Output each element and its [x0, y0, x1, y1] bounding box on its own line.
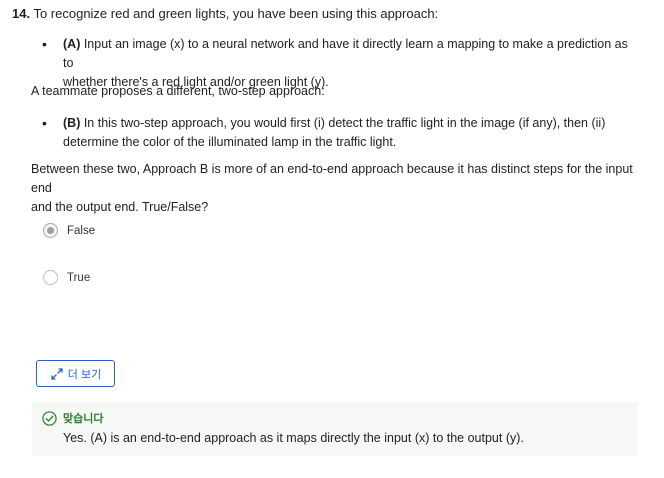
option-false-label: False — [67, 224, 96, 237]
question-number: 14. — [12, 6, 31, 21]
option-true[interactable]: True — [43, 270, 90, 285]
statement: Between these two, Approach B is more of… — [31, 160, 641, 217]
approach-b-label: (B) — [63, 116, 81, 130]
feedback-status-label: 맞습니다 — [63, 413, 104, 425]
option-false[interactable]: False — [43, 223, 95, 238]
question-text: To recognize red and green lights, you h… — [30, 6, 439, 21]
radio-selected-icon[interactable] — [43, 223, 58, 238]
feedback-status: 맞습니다 — [42, 410, 103, 426]
more-button[interactable]: 더 보기 — [36, 360, 115, 387]
approach-b-line2: determine the color of the illuminated l… — [63, 135, 397, 149]
bullet-icon: • — [42, 36, 47, 52]
approach-a-label: (A) — [63, 37, 81, 51]
expand-icon — [51, 367, 63, 380]
approach-b-line1: In this two-step approach, you would fir… — [80, 116, 606, 130]
option-true-label: True — [67, 271, 91, 284]
question-title: 14. To recognize red and green lights, y… — [12, 5, 438, 23]
feedback-panel: 맞습니다 Yes. (A) is an end-to-end approach … — [32, 402, 637, 456]
feedback-text: Yes. (A) is an end-to-end approach as it… — [63, 431, 524, 445]
more-button-label: 더 보기 — [67, 368, 102, 381]
radio-unselected-icon[interactable] — [43, 270, 58, 285]
teammate-text: A teammate proposes a different, two-ste… — [31, 84, 325, 98]
statement-line2: and the output end. True/False? — [31, 200, 209, 214]
check-circle-icon — [42, 410, 57, 426]
statement-line1: Between these two, Approach B is more of… — [31, 162, 633, 195]
approach-a-line1: Input an image (x) to a neural network a… — [63, 37, 628, 70]
bullet-icon: • — [42, 115, 47, 131]
